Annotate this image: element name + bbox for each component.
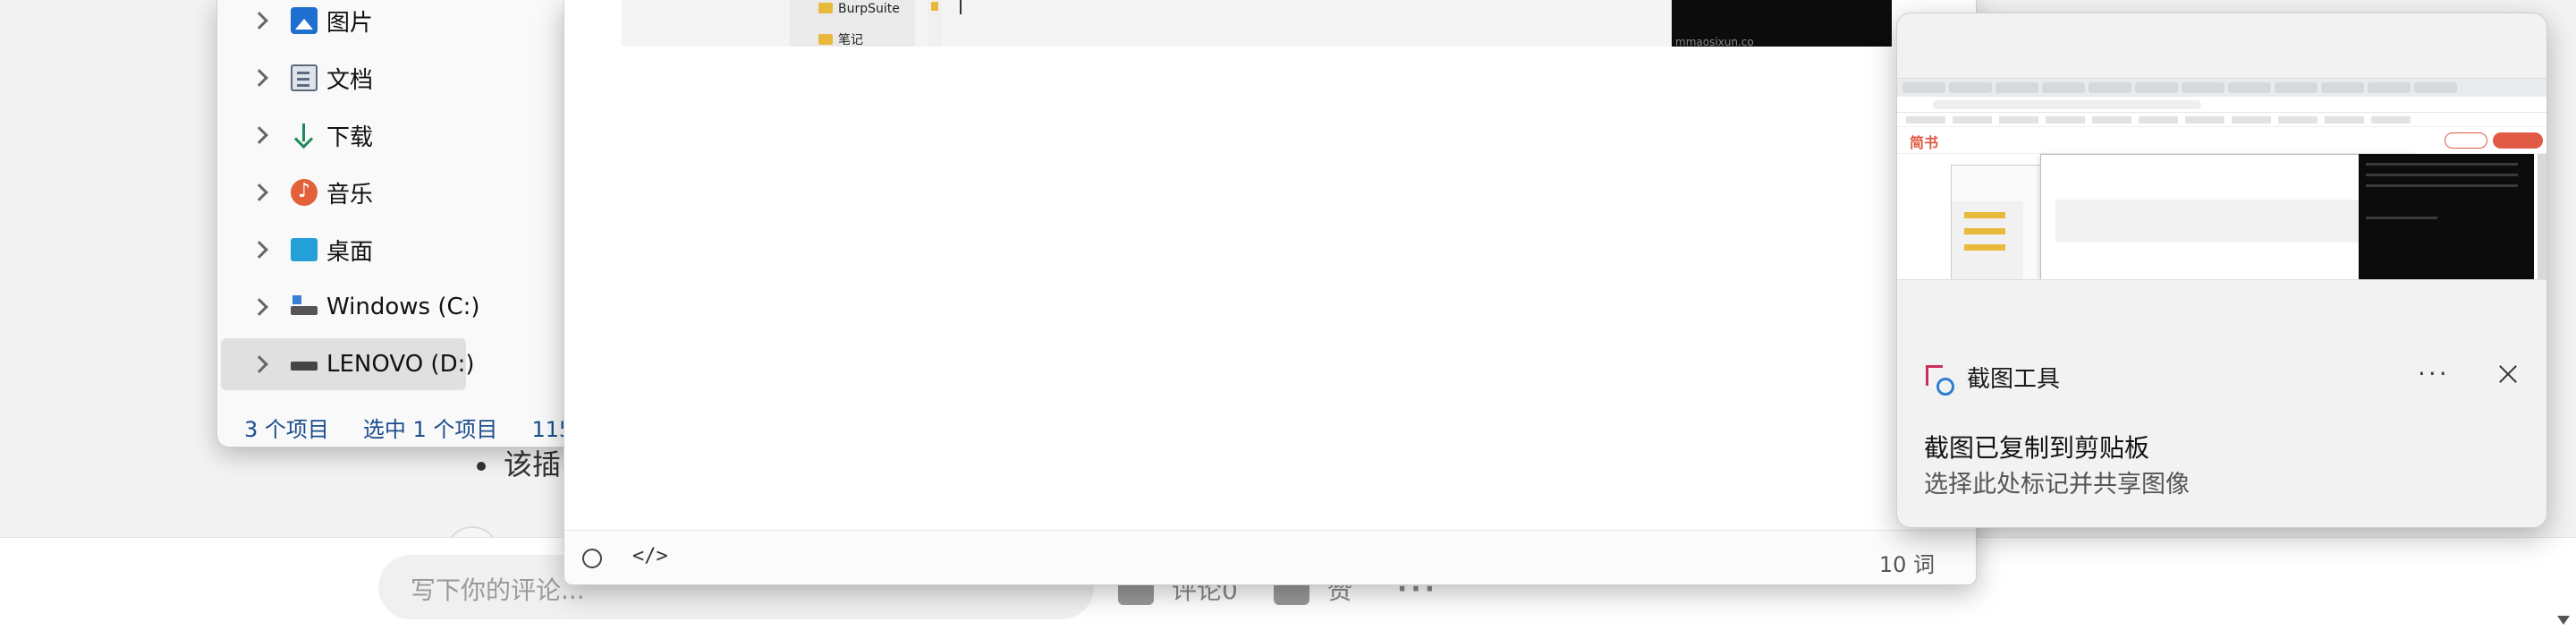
desktop-icon (291, 238, 318, 261)
nav-item-drive-d[interactable]: LENOVO (D:) (221, 338, 475, 390)
folder-icon (931, 2, 938, 11)
folder-icon (818, 34, 833, 45)
article-bullet: 该插 (477, 442, 561, 483)
thumb-site-header: 简书 (1897, 127, 2546, 154)
embedded-screenshot: BurpSuite 笔记 mmaosixun.co (622, 0, 1892, 48)
thumb-url-bar (1897, 97, 2546, 113)
chevron-right-icon[interactable] (250, 69, 268, 87)
toast-header: 截图工具 (1924, 361, 2061, 396)
close-icon[interactable] (2495, 361, 2521, 388)
bullet-dot (477, 462, 486, 471)
scissors-icon (1924, 363, 1954, 396)
screenshot-thumbnail[interactable]: 简书 (1897, 78, 2546, 280)
nav-item-label: Windows (C:) (326, 294, 480, 320)
selection-count: 选中 1 个项目 (362, 417, 498, 442)
thumb-notepad-box (2055, 200, 2395, 243)
chevron-right-icon[interactable] (250, 298, 268, 316)
thumb-explorer-sidebar (1952, 201, 2023, 279)
scroll-down-arrow-icon[interactable] (2557, 616, 2570, 625)
chevron-right-icon[interactable] (250, 241, 268, 259)
embedded-divider (928, 0, 942, 47)
embedded-terminal: mmaosixun.co (1672, 0, 1892, 48)
embedded-folder-name: BurpSuite (838, 2, 900, 16)
chevron-right-icon[interactable] (250, 355, 268, 373)
nav-item-label: 音乐 (326, 181, 374, 209)
word-count: 10 词 (1878, 552, 1935, 577)
editor-footer: </> 10 词 (564, 530, 1976, 584)
embedded-folder: BurpSuite (818, 2, 900, 16)
status-bar: 3 个项目 选中 1 个项目 115 字 (244, 412, 601, 443)
thumb-pill-filled (2493, 132, 2543, 149)
nav-item-label: 图片 (326, 9, 374, 37)
pictures-icon (291, 7, 318, 34)
toast-app-name: 截图工具 (1967, 366, 2061, 393)
nav-item-label: 桌面 (326, 238, 374, 266)
toast-more-button[interactable]: ··· (2418, 359, 2450, 388)
item-count: 3 个项目 (244, 417, 329, 442)
music-icon (291, 179, 318, 206)
editor-window: BurpSuite 笔记 mmaosixun.co </> 10 词 (564, 0, 1977, 585)
thumb-pill (2445, 132, 2487, 149)
embedded-folder-name: 笔记 (838, 33, 863, 47)
chevron-right-icon[interactable] (250, 126, 268, 144)
toast-title: 截图已复制到剪贴板 (1924, 433, 2150, 463)
circle-icon[interactable] (582, 549, 602, 568)
downloads-icon (291, 122, 318, 149)
article-bullet-text: 该插 (504, 447, 562, 481)
drive-c-icon (291, 294, 318, 320)
snipping-tool-notification[interactable]: 简书 截图工具 ··· 截图已复制到剪贴板 选择此处标记并共享图像 (1896, 13, 2547, 528)
thumb-terminal (2359, 154, 2534, 279)
folder-icon (818, 3, 833, 13)
embedded-folder: 笔记 (818, 30, 863, 48)
drive-d-icon (291, 351, 318, 378)
toast-subtitle: 选择此处标记并共享图像 (1924, 471, 2190, 498)
nav-item-label: 下载 (326, 124, 374, 151)
nav-item-label: 文档 (326, 66, 374, 94)
documents-icon (291, 64, 318, 91)
chevron-right-icon[interactable] (250, 12, 268, 30)
code-toggle-icon[interactable]: </> (632, 545, 668, 567)
thumb-logo: 简书 (1910, 134, 1939, 151)
thumb-scrollbar (2538, 154, 2546, 279)
thumb-tabs (1897, 79, 2546, 97)
terminal-text: mmaosixun.co (1675, 36, 1754, 48)
nav-item-label: LENOVO (D:) (326, 351, 475, 378)
comment-placeholder: 写下你的评论... (411, 575, 585, 605)
chevron-right-icon[interactable] (250, 183, 268, 201)
thumb-bookmarks (1897, 113, 2546, 127)
text-caret (960, 0, 962, 14)
